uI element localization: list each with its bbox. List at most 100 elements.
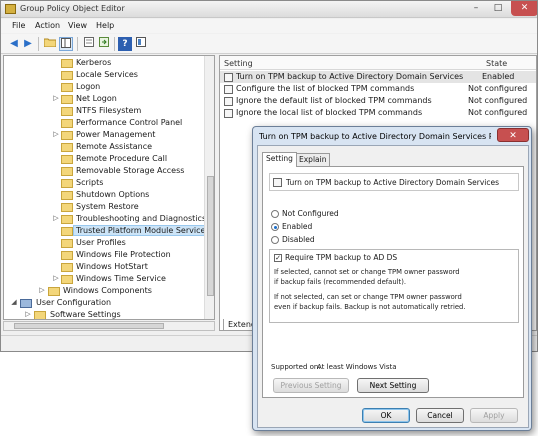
tree-item-shutdown-options[interactable]: Shutdown Options <box>4 189 204 201</box>
folder-icon <box>61 131 73 140</box>
show-hide-tree-icon[interactable] <box>59 37 73 51</box>
export-list-icon[interactable] <box>97 37 111 51</box>
next-setting-button[interactable]: Next Setting <box>357 378 429 393</box>
folder-icon <box>61 83 73 92</box>
folder-icon <box>48 287 60 296</box>
tree-item-trusted-platform-module-services[interactable]: Trusted Platform Module Services <box>4 225 213 237</box>
properties-icon[interactable] <box>82 37 96 51</box>
list-row-tpm-backup[interactable]: Turn on TPM backup to Active Directory D… <box>220 71 536 83</box>
tree-item-removable-storage-access[interactable]: Removable Storage Access <box>4 165 204 177</box>
close-button[interactable]: ✕ <box>511 1 537 16</box>
policy-setting-icon <box>224 109 233 118</box>
menu-view[interactable]: View <box>68 21 87 30</box>
list-row-ignore-default[interactable]: Ignore the default list of blocked TPM c… <box>220 95 536 107</box>
require-backup-checkbox[interactable]: ✓ <box>274 254 282 262</box>
tree-horizontal-scrollbar[interactable] <box>3 321 215 331</box>
tree-item-net-logon[interactable]: ▷ Net Logon <box>4 93 204 105</box>
folder-icon <box>61 179 73 188</box>
up-folder-icon[interactable] <box>43 37 57 51</box>
cancel-button[interactable]: Cancel <box>416 408 464 423</box>
dialog-body: Setting Explain Turn on TPM backup to Ac… <box>257 145 529 428</box>
menu-action[interactable]: Action <box>35 21 60 30</box>
tree-item-label: Windows File Protection <box>76 250 171 259</box>
tree-item-troubleshooting-and-diagnostics[interactable]: ▷ Troubleshooting and Diagnostics <box>4 213 206 225</box>
policy-properties-dialog: Turn on TPM backup to Active Directory D… <box>252 126 532 431</box>
tree-item-remote-assistance[interactable]: Remote Assistance <box>4 141 204 153</box>
tree-expander-icon[interactable]: ▷ <box>38 286 46 294</box>
tree-item-label: Removable Storage Access <box>76 166 185 175</box>
tree-hscrollbar-thumb[interactable] <box>14 323 164 329</box>
policy-setting-icon <box>224 97 233 106</box>
option-note: if backup fails (recommended default). <box>274 278 407 286</box>
folder-icon <box>34 311 46 319</box>
policy-setting-icon <box>224 85 233 94</box>
column-setting[interactable]: Setting <box>224 59 253 68</box>
radio-circle[interactable] <box>271 210 279 218</box>
setting-name: Ignore the local list of blocked TPM com… <box>236 108 423 117</box>
forward-arrow-icon[interactable]: ▶ <box>21 37 35 51</box>
tree-item-label: Remote Assistance <box>76 142 153 151</box>
tree-item-label: User Profiles <box>76 238 126 247</box>
tree-item-label: Windows Components <box>63 286 152 295</box>
ok-button[interactable]: OK <box>362 408 410 423</box>
tree-expander-icon[interactable]: ▷ <box>52 214 60 222</box>
tree-item-user-configuration[interactable]: ◢ User Configuration <box>4 297 204 309</box>
tree-item-power-management[interactable]: ▷ Power Management <box>4 129 204 141</box>
tree-item-software-settings[interactable]: ▷ Software Settings <box>4 309 204 319</box>
tree-item-kerberos[interactable]: Kerberos <box>4 57 204 69</box>
tree-expander-icon[interactable]: ▷ <box>52 274 60 282</box>
tree-pane[interactable]: Kerberos Locale Services Logon ▷ Net Logo… <box>3 55 215 320</box>
tree-item-windows-hotstart[interactable]: Windows HotStart <box>4 261 204 273</box>
tree-item-ntfs-filesystem[interactable]: NTFS Filesystem <box>4 105 204 117</box>
radio-label: Not Configured <box>282 209 339 218</box>
folder-icon <box>61 251 73 260</box>
back-arrow-icon[interactable]: ◀ <box>7 37 21 51</box>
tree-item-user-profiles[interactable]: User Profiles <box>4 237 204 249</box>
tree-item-locale-services[interactable]: Locale Services <box>4 69 204 81</box>
tree-expander-icon[interactable]: ◢ <box>10 298 18 306</box>
tree-item-system-restore[interactable]: System Restore <box>4 201 204 213</box>
tree-item-windows-components[interactable]: ▷ Windows Components <box>4 285 204 297</box>
radio-label: Disabled <box>282 235 315 244</box>
tree-item-performance-control-panel[interactable]: Performance Control Panel <box>4 117 204 129</box>
folder-icon <box>61 215 73 224</box>
menu-help[interactable]: Help <box>96 21 114 30</box>
tree-item-label: Windows Time Service <box>76 274 166 283</box>
previous-setting-button[interactable]: Previous Setting <box>273 378 349 393</box>
supported-value: At least Windows Vista <box>317 363 397 371</box>
help-icon[interactable]: ? <box>118 37 132 51</box>
tree-item-label: Locale Services <box>76 70 138 79</box>
tree-item-remote-procedure-call[interactable]: Remote Procedure Call <box>4 153 204 165</box>
tab-setting[interactable]: Setting <box>262 152 297 167</box>
policy-name-box: Turn on TPM backup to Active Directory D… <box>269 173 519 191</box>
minimize-button[interactable]: – <box>467 1 485 16</box>
tree-item-label: Software Settings <box>50 310 121 319</box>
tab-explain[interactable]: Explain <box>295 153 331 166</box>
list-row-ignore-local[interactable]: Ignore the local list of blocked TPM com… <box>220 107 536 119</box>
tree-item-label: Trusted Platform Module Services <box>73 225 213 236</box>
menu-file[interactable]: File <box>12 21 25 30</box>
console-view-icon[interactable] <box>134 37 148 51</box>
setting-state: Not configured <box>468 96 528 105</box>
dialog-close-button[interactable]: ✕ <box>497 128 529 142</box>
column-state[interactable]: State <box>486 59 507 68</box>
radio-enabled[interactable]: Enabled <box>271 222 391 233</box>
tree-scrollbar-thumb[interactable] <box>207 176 214 296</box>
apply-button[interactable]: Apply <box>470 408 518 423</box>
list-row-configure-blocked[interactable]: Configure the list of blocked TPM comman… <box>220 83 536 95</box>
radio-circle[interactable] <box>271 236 279 244</box>
policy-setting-icon <box>224 73 233 82</box>
maximize-button[interactable]: □ <box>489 1 507 16</box>
tree-expander-icon[interactable]: ▷ <box>52 94 60 102</box>
tree-item-windows-time-service[interactable]: ▷ Windows Time Service <box>4 273 204 285</box>
tree-item-logon[interactable]: Logon <box>4 81 204 93</box>
tree-item-windows-file-protection[interactable]: Windows File Protection <box>4 249 204 261</box>
tree-expander-icon[interactable]: ▷ <box>24 310 32 318</box>
tree-expander-icon[interactable]: ▷ <box>52 130 60 138</box>
tree-vertical-scrollbar[interactable] <box>204 56 214 319</box>
radio-disabled[interactable]: Disabled <box>271 235 391 246</box>
radio-not-configured[interactable]: Not Configured <box>271 209 391 220</box>
tree-item-scripts[interactable]: Scripts <box>4 177 204 189</box>
setting-tab-panel: Turn on TPM backup to Active Directory D… <box>262 166 524 398</box>
radio-circle[interactable] <box>271 223 279 231</box>
